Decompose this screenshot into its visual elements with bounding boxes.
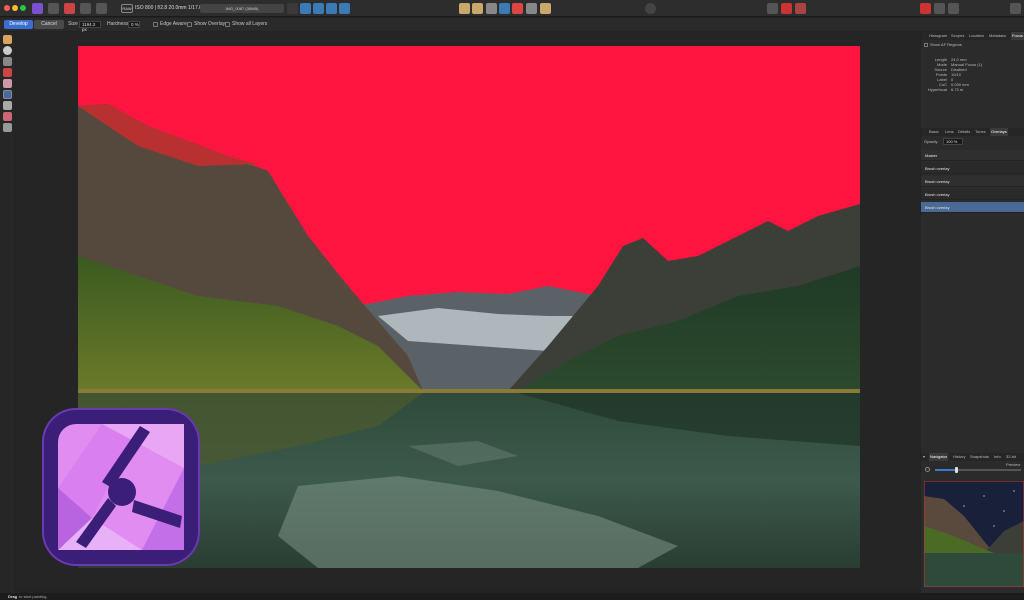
spot-removal-icon[interactable] xyxy=(795,3,806,14)
status-text: to start painting. xyxy=(19,594,48,599)
tone-clip-icon[interactable] xyxy=(499,3,510,14)
navigator-preview[interactable] xyxy=(924,481,1024,587)
gradient-tool-icon[interactable] xyxy=(3,112,12,121)
overlay-row[interactable]: Brush overlay xyxy=(921,189,1024,200)
develop-button[interactable]: Develop xyxy=(4,20,33,29)
tab-metadata[interactable]: Metadata xyxy=(989,32,1006,40)
help-icon[interactable] xyxy=(645,3,656,14)
opacity-input[interactable]: 100 % xyxy=(943,138,963,145)
tab-details[interactable]: Details xyxy=(958,128,970,136)
show-af-checkbox[interactable] xyxy=(924,43,928,47)
focus-value: 6.73 m xyxy=(951,87,964,92)
edge-aware-checkbox[interactable] xyxy=(153,22,158,27)
show-af-label: Show AF Regions xyxy=(930,42,962,47)
overlay-erase-tool-icon[interactable] xyxy=(3,101,12,110)
white-balance-tool-icon[interactable] xyxy=(3,57,12,66)
file-info: ISO 800 | f/2.8 20.0mm 1/17.0s xyxy=(135,5,205,11)
opacity-label: Opacity xyxy=(924,139,938,144)
shadow-clip-icon[interactable] xyxy=(486,3,497,14)
tab-info[interactable]: Info xyxy=(994,453,1001,461)
develop-tabs: Basic Lens Details Tones Overlays xyxy=(921,128,1024,136)
tab-snapshots[interactable]: Snapshots xyxy=(970,453,989,461)
zoom-slider[interactable] xyxy=(935,467,1021,473)
size-input[interactable]: 1194.2 px xyxy=(79,21,101,32)
clipping-icon[interactable] xyxy=(459,3,470,14)
overlay-row-master[interactable]: Master xyxy=(921,150,1024,161)
liquify-persona-icon[interactable] xyxy=(48,3,59,14)
tab-tones[interactable]: Tones xyxy=(975,128,986,136)
affinity-photo-logo xyxy=(42,408,200,566)
blemish-tool-icon[interactable] xyxy=(3,79,12,88)
tab-histogram[interactable]: Histogram xyxy=(929,32,947,40)
highlight-clip-icon[interactable] xyxy=(472,3,483,14)
zoom-slider-fill xyxy=(935,469,957,471)
photo-persona-icon[interactable] xyxy=(32,3,43,14)
studio-icon[interactable] xyxy=(934,3,945,14)
focus-label: Hyperfocal xyxy=(927,87,947,92)
crop-tool-icon[interactable] xyxy=(3,123,12,132)
hardness-label: Hardness xyxy=(107,21,129,27)
zoom-window-icon[interactable] xyxy=(20,5,26,11)
studio-panel: Histogram Scopes Location Metadata Focus… xyxy=(921,32,1024,596)
export-persona-icon[interactable] xyxy=(96,3,107,14)
show-all-layers-checkbox[interactable] xyxy=(225,22,230,27)
tools-panel xyxy=(0,32,15,596)
navigator-tabs: ▾ Navigator History Snapshots Info 32-bi… xyxy=(921,453,1024,467)
tab-collapse-icon[interactable]: ▾ xyxy=(923,453,925,461)
minimize-window-icon[interactable] xyxy=(12,5,18,11)
before-after-icon[interactable] xyxy=(526,3,537,14)
cancel-button[interactable]: Cancel xyxy=(34,20,64,29)
status-bar: Drag to start painting. xyxy=(0,593,1024,600)
hand-tool-icon[interactable] xyxy=(3,35,12,44)
red-eye-tool-icon[interactable] xyxy=(3,68,12,77)
title-toolbar: RAW ISO 800 | f/2.8 20.0mm 1/17.0s IMG_0… xyxy=(0,0,1024,17)
tab-location[interactable]: Location xyxy=(969,32,984,40)
status-bold: Drag xyxy=(8,594,18,599)
red-eye-icon[interactable] xyxy=(781,3,792,14)
show-overlay-label: Show Overlay xyxy=(194,21,226,27)
info-tabs: Histogram Scopes Location Metadata Focus xyxy=(921,32,1024,40)
close-window-icon[interactable] xyxy=(4,5,10,11)
context-toolbar: Develop Cancel Size 1194.2 px Hardness 0… xyxy=(0,18,1024,32)
color-picker-icon[interactable] xyxy=(512,3,523,14)
app-window: RAW ISO 800 | f/2.8 20.0mm 1/17.0s IMG_0… xyxy=(0,0,1024,600)
document-label[interactable]: IMG_0087 (36MB) xyxy=(200,4,284,13)
show-overlay-checkbox[interactable] xyxy=(187,22,192,27)
show-all-layers-label: Show all Layers xyxy=(232,21,268,27)
color-swatch-icon[interactable] xyxy=(920,3,931,14)
overlay-row[interactable]: Brush overlay xyxy=(921,163,1024,174)
edge-aware-label: Edge Aware xyxy=(160,21,187,27)
tab-focus[interactable]: Focus xyxy=(1011,32,1024,40)
tab-32bit-preview[interactable]: 32-bit Preview xyxy=(1006,453,1024,469)
view-tool-icon[interactable] xyxy=(287,3,298,14)
raw-badge: RAW xyxy=(121,4,133,13)
overlay-icon[interactable] xyxy=(540,3,551,14)
hardness-input[interactable]: 0 % xyxy=(128,21,140,28)
overlay-row-selected[interactable]: Brush overlay xyxy=(921,202,1024,213)
tab-basic[interactable]: Basic xyxy=(929,128,939,136)
tone-mapping-persona-icon[interactable] xyxy=(80,3,91,14)
assistant-icon[interactable] xyxy=(300,3,311,14)
snapping-icon[interactable] xyxy=(313,3,324,14)
mirror-view-icon[interactable] xyxy=(339,3,350,14)
fullscreen-icon[interactable] xyxy=(1010,3,1021,14)
zoom-out-icon[interactable] xyxy=(925,467,930,472)
size-label: Size xyxy=(68,21,78,27)
overlay-row[interactable]: Brush overlay xyxy=(921,176,1024,187)
develop-persona-icon[interactable] xyxy=(64,3,75,14)
split-view-icon[interactable] xyxy=(326,3,337,14)
overlay-paint-tool-icon[interactable] xyxy=(3,90,12,99)
zoom-tool-icon[interactable] xyxy=(3,46,12,55)
tab-lens[interactable]: Lens xyxy=(945,128,954,136)
tab-history[interactable]: History xyxy=(953,453,965,461)
crop-icon[interactable] xyxy=(767,3,778,14)
tab-overlays[interactable]: Overlays xyxy=(990,128,1008,136)
tab-scopes[interactable]: Scopes xyxy=(951,32,964,40)
panel-toggle-icon[interactable] xyxy=(948,3,959,14)
tab-navigator[interactable]: Navigator xyxy=(929,453,949,461)
zoom-slider-thumb[interactable] xyxy=(955,467,958,473)
